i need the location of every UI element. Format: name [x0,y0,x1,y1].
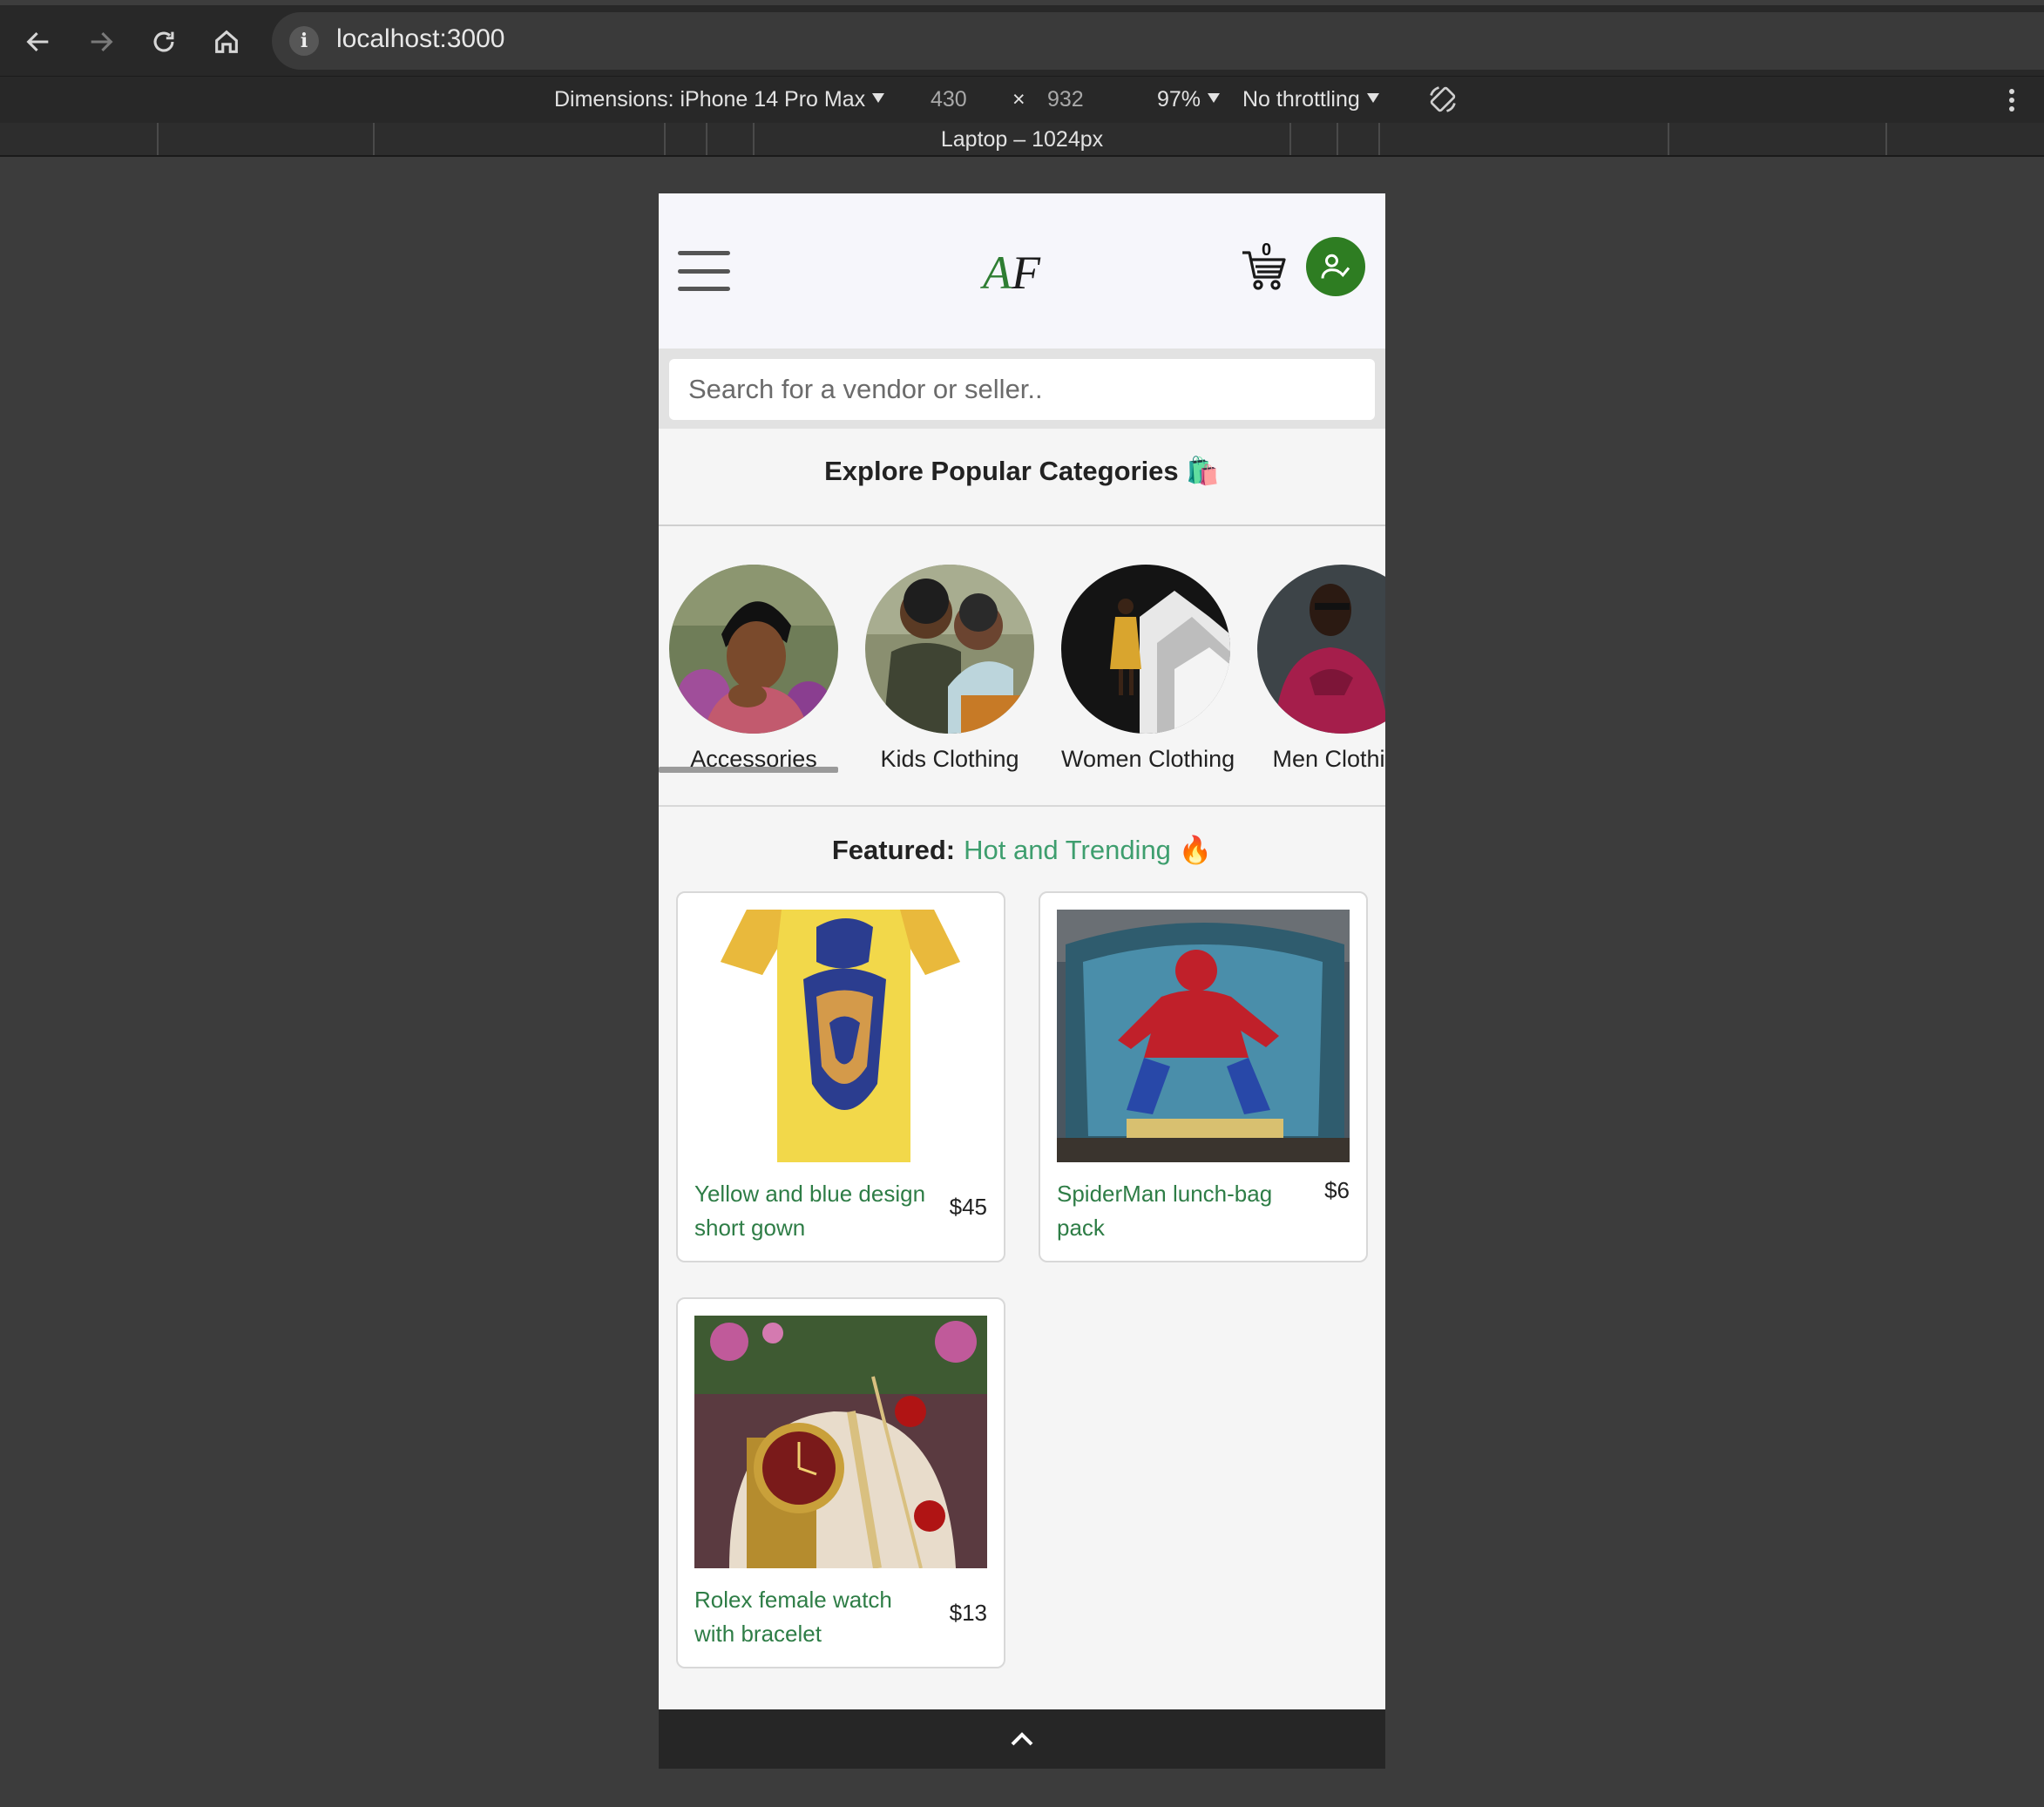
category-image [1257,565,1385,734]
media-query-ruler: Laptop – 1024px [0,123,2044,157]
device-toolbar: Dimensions: iPhone 14 Pro Max 430 × 932 … [0,76,2044,123]
browser-toolbar: i localhost:3000 [0,0,2044,76]
product-price: $45 [949,1194,987,1220]
category-men-clothing[interactable]: Men Clothing [1257,565,1385,773]
category-image [669,565,838,734]
carousel-scroll-indicator[interactable] [659,767,838,773]
product-price: $6 [1324,1177,1350,1203]
featured-label: Featured: [831,835,956,865]
featured-highlight: Hot and Trending 🔥 [964,835,1213,865]
category-women-clothing[interactable]: Women Clothing [1061,565,1235,773]
caret-down-icon [872,93,885,103]
product-price: $13 [949,1600,987,1626]
site-header: AF 0 [659,193,1385,349]
product-name[interactable]: Yellow and blue design short gown [694,1177,930,1245]
scroll-to-top-button[interactable] [659,1709,1385,1769]
hamburger-menu-icon[interactable] [678,251,730,291]
vendor-search-input[interactable] [669,359,1375,420]
product-image[interactable] [694,910,987,1162]
cart-count-badge: 0 [1262,240,1272,260]
zoom-select[interactable]: 97% [1157,87,1221,112]
caret-down-icon [1366,93,1379,103]
explore-title: Explore Popular Categories 🛍️ [824,456,1220,486]
user-account-button[interactable] [1306,237,1365,296]
zoom-label: 97% [1157,87,1201,112]
explore-section: Explore Popular Categories 🛍️ [659,429,1385,526]
product-card[interactable]: Yellow and blue design short gown $45 [676,891,1005,1262]
product-card[interactable]: SpiderMan lunch-bag pack $6 [1039,891,1368,1262]
phone-viewport: AF 0 Explore Popular Categories 🛍️ [659,193,1385,1769]
dimensions-label: Dimensions: iPhone 14 Pro Max [554,87,866,112]
width-input[interactable]: 430 [931,87,967,112]
product-image[interactable] [694,1316,987,1568]
rotate-icon[interactable] [1427,84,1459,121]
height-input[interactable]: 932 [1047,87,1084,112]
cart-button[interactable]: 0 [1241,240,1288,293]
back-arrow-icon[interactable] [21,24,56,59]
throttling-select[interactable]: No throttling [1242,87,1379,112]
product-name[interactable]: Rolex female watch with bracelet [694,1583,930,1651]
product-card[interactable]: Rolex female watch with bracelet $13 [676,1297,1005,1668]
site-info-icon[interactable]: i [289,26,319,56]
category-label: Men Clothing [1272,746,1385,772]
device-dimensions-select[interactable]: Dimensions: iPhone 14 Pro Max [554,87,885,112]
site-logo[interactable]: AF [983,246,1040,300]
caret-down-icon [1208,93,1221,103]
reload-icon[interactable] [146,24,181,59]
category-image [1061,565,1230,734]
category-label: Women Clothing [1061,746,1235,772]
search-bar [659,349,1385,429]
home-icon[interactable] [209,24,244,59]
address-bar[interactable]: i localhost:3000 [272,12,2044,70]
product-image[interactable] [1057,910,1350,1162]
product-name[interactable]: SpiderMan lunch-bag pack [1057,1177,1318,1245]
chevron-up-icon [1011,1732,1033,1746]
times-icon: × [1012,87,1025,112]
user-check-icon [1321,254,1350,279]
url-text[interactable]: localhost:3000 [336,24,504,54]
forward-arrow-icon[interactable] [84,24,118,59]
more-options-icon[interactable] [2009,89,2014,112]
throttling-label: No throttling [1242,87,1360,112]
logo-letter-a: A [983,247,1012,299]
featured-heading: Featured: Hot and Trending 🔥 [659,834,1385,866]
category-accessories[interactable]: Accessories [669,565,838,773]
ruler-label: Laptop – 1024px [940,127,1104,152]
category-kids-clothing[interactable]: Kids Clothing [865,565,1034,773]
category-carousel[interactable]: Accessories Kids Clothing Women Clothing… [659,526,1385,807]
category-label: Kids Clothing [880,746,1019,772]
logo-letter-f: F [1012,247,1040,299]
category-image [865,565,1034,734]
